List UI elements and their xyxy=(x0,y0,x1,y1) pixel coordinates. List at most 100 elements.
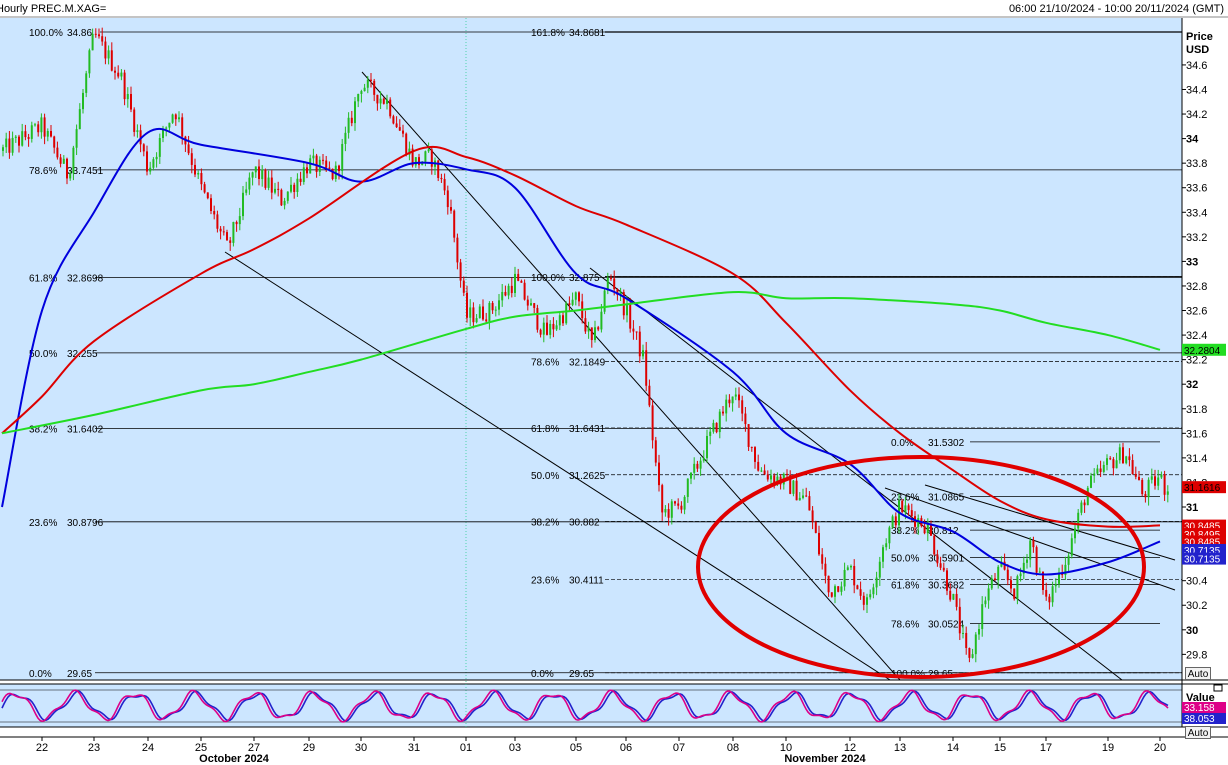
candle-body xyxy=(910,510,913,517)
candle-body xyxy=(965,632,968,649)
osc-panel-bg xyxy=(0,684,1182,727)
fib-right-value: 31.5302 xyxy=(928,438,965,449)
candle-body xyxy=(574,292,577,300)
candle-body xyxy=(562,315,564,324)
candle-body xyxy=(1147,479,1150,498)
candle-body xyxy=(277,188,280,190)
candle-body xyxy=(958,606,961,634)
candle-body xyxy=(328,167,331,169)
candle-body xyxy=(466,292,468,318)
candle-body xyxy=(786,473,788,475)
date-tick-label: 14 xyxy=(947,742,959,754)
candle-body xyxy=(754,447,756,462)
candle-body xyxy=(478,306,481,319)
candle-body xyxy=(738,394,740,401)
candle-body xyxy=(469,307,472,318)
osc-auto-button[interactable]: Auto xyxy=(1185,726,1211,739)
candle-body xyxy=(155,156,158,160)
candle-body xyxy=(11,137,14,153)
candle-body xyxy=(798,497,801,501)
candle-body xyxy=(1144,494,1147,498)
candle-body xyxy=(1154,476,1156,486)
candle-body xyxy=(286,191,289,201)
price-tick-label: 32.6 xyxy=(1186,306,1207,318)
fib-left-value: 31.6402 xyxy=(67,424,104,435)
candle-body xyxy=(1102,464,1105,472)
candle-body xyxy=(1138,476,1140,480)
candle-body xyxy=(213,211,216,215)
candle-body xyxy=(914,516,916,527)
candle-body xyxy=(75,129,78,148)
candle-body xyxy=(818,532,820,555)
date-tick-label: 30 xyxy=(355,742,367,754)
candle-body xyxy=(1083,502,1086,506)
candle-body xyxy=(994,578,996,581)
candle-body xyxy=(981,604,984,630)
candle-body xyxy=(398,127,401,131)
candle-body xyxy=(590,327,593,341)
candle-body xyxy=(930,523,932,536)
price-tick-label: 31 xyxy=(1186,502,1198,514)
candle-body xyxy=(840,586,843,592)
month-label: November 2024 xyxy=(784,753,866,765)
candle-body xyxy=(341,143,344,172)
candle-body xyxy=(1074,528,1076,539)
date-tick-label: 05 xyxy=(570,742,582,754)
price-tag-label: 32.2804 xyxy=(1184,346,1221,357)
candle-body xyxy=(235,222,238,225)
chart-window: Hourly PREC.M.XAG= 06:00 21/10/2024 - 10:… xyxy=(0,0,1228,765)
candle-body xyxy=(587,327,590,332)
candle-body xyxy=(494,309,497,311)
fib-mid-value: 32.1849 xyxy=(569,357,606,368)
candle-body xyxy=(104,41,107,59)
candle-body xyxy=(427,149,430,152)
candle-body xyxy=(952,593,955,600)
candle-body xyxy=(530,303,532,306)
fib-left-value: 29.65 xyxy=(67,669,92,680)
price-auto-button[interactable]: Auto xyxy=(1185,667,1211,680)
candle-body xyxy=(549,323,552,335)
candle-body xyxy=(968,648,971,658)
candle-body xyxy=(946,570,948,591)
candle-body xyxy=(18,136,20,146)
candle-body xyxy=(536,307,539,330)
candle-body xyxy=(21,131,24,146)
candle-body xyxy=(1122,447,1124,464)
price-axis-unit: USD xyxy=(1186,44,1209,56)
candle-body xyxy=(552,323,555,330)
candle-body xyxy=(661,485,664,513)
candle-body xyxy=(1077,512,1080,529)
candle-body xyxy=(846,567,849,570)
candle-body xyxy=(837,586,840,592)
candle-body xyxy=(149,167,152,172)
date-tick-label: 31 xyxy=(408,742,420,754)
candle-body xyxy=(325,160,328,168)
candle-body xyxy=(254,166,257,173)
candle-body xyxy=(517,273,520,281)
fib-right-value: 30.5901 xyxy=(928,553,965,564)
date-tick-label: 24 xyxy=(142,742,154,754)
fib-mid-pct: 161.8% xyxy=(531,28,565,39)
candle-body xyxy=(718,411,721,433)
candle-body xyxy=(219,228,222,232)
candle-body xyxy=(1054,583,1057,587)
candle-body xyxy=(942,567,945,571)
candle-body xyxy=(114,70,116,73)
date-tick-label: 08 xyxy=(727,742,739,754)
osc-tag-label: 38.053 xyxy=(1184,714,1215,725)
candle-body xyxy=(850,565,852,568)
candle-body xyxy=(891,516,894,528)
candle-body xyxy=(715,422,718,433)
candle-body xyxy=(306,167,308,174)
candle-body xyxy=(706,435,708,459)
candle-body xyxy=(1099,468,1102,472)
candle-body xyxy=(510,285,513,294)
price-tick-label: 34.6 xyxy=(1186,60,1207,72)
date-tick-label: 13 xyxy=(894,742,906,754)
candle-body xyxy=(280,189,283,206)
price-tick-label: 30.4 xyxy=(1186,576,1207,588)
candle-body xyxy=(376,94,379,104)
candle-body xyxy=(443,179,446,191)
chart-canvas[interactable]: Hourly PREC.M.XAG= 06:00 21/10/2024 - 10:… xyxy=(0,0,1228,765)
fib-mid-value: 29.65 xyxy=(569,669,594,680)
